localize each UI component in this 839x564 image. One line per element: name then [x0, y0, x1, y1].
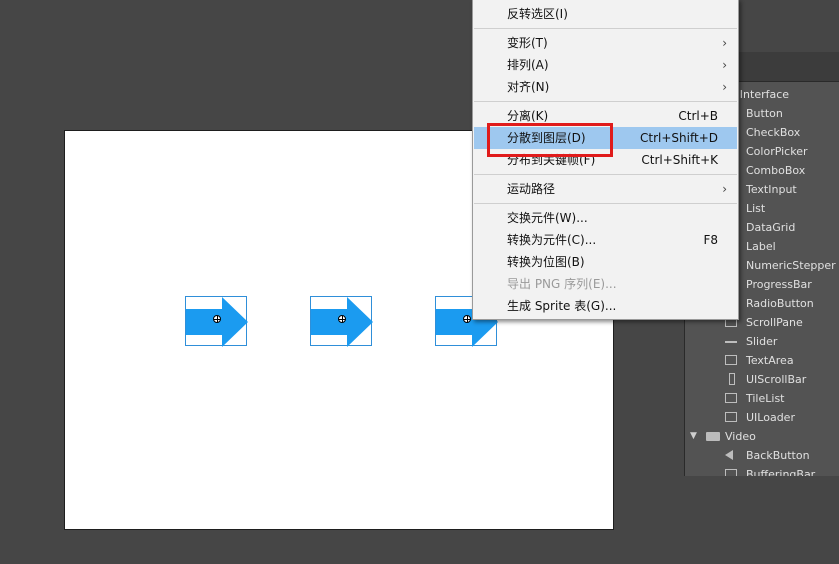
- menu-item-label: 变形(T): [507, 36, 548, 50]
- tree-item-label: UILoader: [746, 411, 795, 424]
- menu-item-label: 对齐(N): [507, 80, 550, 94]
- bufferingbar-component-icon: [725, 469, 737, 476]
- tree-item-label: TileList: [746, 392, 785, 405]
- tree-item-label: DataGrid: [746, 221, 796, 234]
- backbutton-component-icon: [725, 450, 733, 460]
- tree-item-label: ColorPicker: [746, 145, 808, 158]
- menu-separator: [474, 174, 737, 175]
- menu-item-swap-symbol[interactable]: 交换元件(W)...: [474, 207, 737, 229]
- tree-item-label: NumericStepper: [746, 259, 836, 272]
- menu-item-label: 反转选区(I): [507, 7, 568, 21]
- menu-item-convert-to-symbol[interactable]: 转换为元件(C)... F8: [474, 229, 737, 251]
- arrow-symbol-1[interactable]: [185, 296, 248, 347]
- slider-component-icon: [725, 341, 737, 343]
- tilelist-component-icon: [725, 393, 737, 403]
- menu-item-export-png-sequence: 导出 PNG 序列(E)...: [474, 273, 737, 295]
- tree-item-uiloader[interactable]: UILoader: [685, 408, 839, 427]
- folder-icon: [706, 432, 720, 441]
- menu-item-label: 排列(A): [507, 58, 549, 72]
- menu-item-transform[interactable]: 变形(T) ›: [474, 32, 737, 54]
- menu-item-label: 分离(K): [507, 109, 549, 123]
- menu-item-convert-to-bitmap[interactable]: 转换为位图(B): [474, 251, 737, 273]
- tree-item-tilelist[interactable]: TileList: [685, 389, 839, 408]
- tree-item-label: RadioButton: [746, 297, 814, 310]
- menu-item-label: 生成 Sprite 表(G)...: [507, 299, 617, 313]
- tree-item-label: BackButton: [746, 449, 810, 462]
- menu-item-label: 转换为位图(B): [507, 255, 585, 269]
- tree-item-label: TextArea: [746, 354, 794, 367]
- tree-item-label: CheckBox: [746, 126, 801, 139]
- submenu-arrow-icon: ›: [722, 80, 727, 94]
- menu-item-label: 运动路径: [507, 182, 556, 196]
- submenu-arrow-icon: ›: [722, 36, 727, 50]
- registration-point-icon: [213, 315, 221, 323]
- tree-item-label: Video: [725, 430, 756, 443]
- tree-item-label: ProgressBar: [746, 278, 812, 291]
- tree-item-uiscrollbar[interactable]: UIScrollBar: [685, 370, 839, 389]
- tree-item-slider[interactable]: Slider: [685, 332, 839, 351]
- tree-item-label: BufferingBar: [746, 468, 816, 476]
- submenu-arrow-icon: ›: [722, 58, 727, 72]
- tree-item-bufferingbar[interactable]: BufferingBar: [685, 465, 839, 476]
- menu-item-shortcut: Ctrl+B: [678, 109, 718, 123]
- tree-item-label: Slider: [746, 335, 778, 348]
- arrow-symbol-2[interactable]: [310, 296, 373, 347]
- menu-item-label: 转换为元件(C)...: [507, 233, 597, 247]
- menu-item-label: 分布到关键帧(F): [507, 153, 596, 167]
- tree-item-label: Button: [746, 107, 783, 120]
- submenu-arrow-icon: ›: [722, 182, 727, 196]
- tree-item-label: Label: [746, 240, 776, 253]
- menu-separator: [474, 203, 737, 204]
- menu-item-label: 交换元件(W)...: [507, 211, 588, 225]
- menu-item-shortcut: Ctrl+Shift+K: [641, 153, 718, 167]
- menu-item-generate-sprite-sheet[interactable]: 生成 Sprite 表(G)...: [474, 295, 737, 317]
- tree-item-label: List: [746, 202, 766, 215]
- menu-item-distribute-to-layers[interactable]: 分散到图层(D) Ctrl+Shift+D: [474, 127, 737, 149]
- tree-item-label: ComboBox: [746, 164, 806, 177]
- uiscrollbar-component-icon: [729, 373, 735, 385]
- menu-separator: [474, 28, 737, 29]
- uiloader-component-icon: [725, 412, 737, 422]
- tree-item-label: ScrollPane: [746, 316, 803, 329]
- menu-item-align[interactable]: 对齐(N) ›: [474, 76, 737, 98]
- menu-item-invert-selection[interactable]: 反转选区(I): [474, 3, 737, 25]
- tree-item-label: TextInput: [746, 183, 797, 196]
- tree-item-textarea[interactable]: TextArea: [685, 351, 839, 370]
- textarea-component-icon: [725, 355, 737, 365]
- menu-item-break-apart[interactable]: 分离(K) Ctrl+B: [474, 105, 737, 127]
- menu-item-label: 导出 PNG 序列(E)...: [507, 277, 617, 291]
- menu-separator: [474, 101, 737, 102]
- context-menu: 反转选区(I) 变形(T) › 排列(A) › 对齐(N) › 分离(K) Ct…: [472, 0, 739, 320]
- tree-folder-video[interactable]: ▼ Video: [685, 427, 839, 446]
- tree-item-label: UIScrollBar: [746, 373, 807, 386]
- menu-item-label: 分散到图层(D): [507, 131, 586, 145]
- tree-item-backbutton[interactable]: BackButton: [685, 446, 839, 465]
- registration-point-icon: [338, 315, 346, 323]
- registration-point-icon: [463, 315, 471, 323]
- menu-item-shortcut: F8: [703, 233, 718, 247]
- menu-item-distribute-to-keyframes[interactable]: 分布到关键帧(F) Ctrl+Shift+K: [474, 149, 737, 171]
- menu-item-motion-path[interactable]: 运动路径 ›: [474, 178, 737, 200]
- expand-arrow-icon[interactable]: ▼: [690, 427, 697, 446]
- menu-item-arrange[interactable]: 排列(A) ›: [474, 54, 737, 76]
- menu-item-shortcut: Ctrl+Shift+D: [640, 131, 718, 145]
